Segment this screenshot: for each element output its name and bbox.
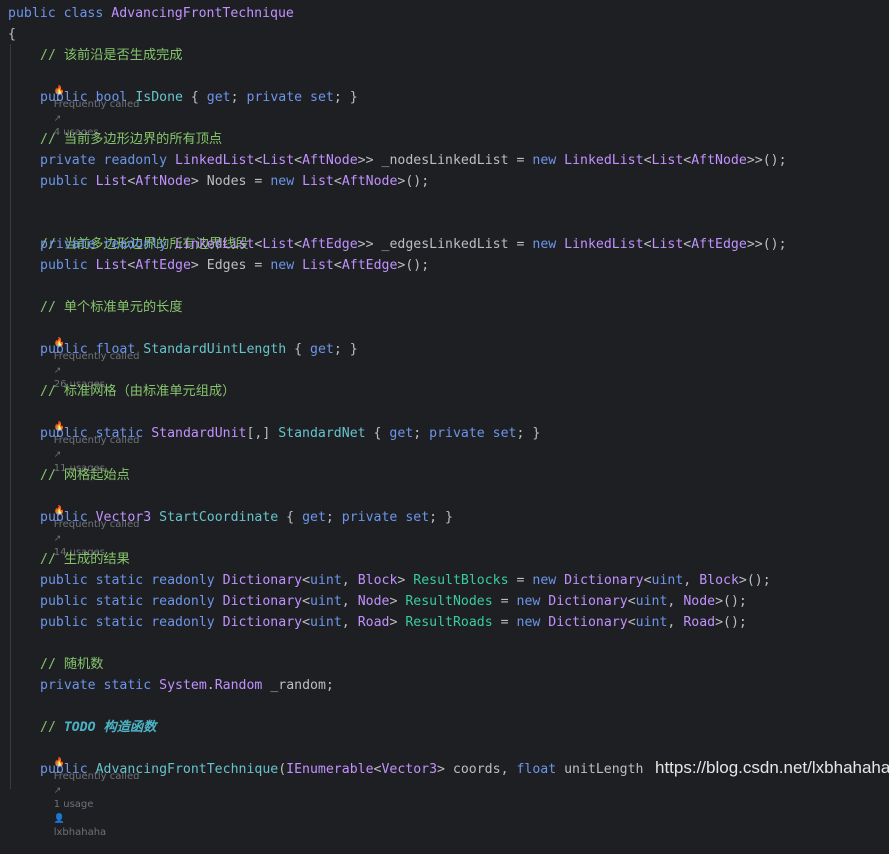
inlay-hint-is-done[interactable]: 🔥 Frequently called ↗ 4 usages xyxy=(41,70,149,138)
code-editor[interactable]: public class AdvancingFrontTechnique { /… xyxy=(0,0,889,838)
comment-start: // 网格起始点 xyxy=(40,468,130,483)
indent-guide xyxy=(10,44,11,789)
comment-results: // 生成的结果 xyxy=(40,552,130,567)
usages-arrow-icon: ↗ xyxy=(53,366,62,376)
inlay-hint-constructor[interactable]: 🔥 Frequently called ↗ 1 usage 👤 lxbhahah… xyxy=(41,742,149,838)
comment-net: // 标准网格（由标准单元组成） xyxy=(40,384,236,399)
code-line-constructor[interactable]: public AdvancingFrontTechnique(IEnumerab… xyxy=(40,759,644,780)
usages-arrow-icon: ↗ xyxy=(53,534,62,544)
code-line-result-roads[interactable]: public static readonly Dictionary<uint, … xyxy=(40,612,747,633)
usages-arrow-icon: ↗ xyxy=(53,786,62,796)
comment-todo: // TODO 构造函数 xyxy=(40,720,157,735)
code-line-open-brace[interactable]: { xyxy=(8,24,16,45)
code-line-random[interactable]: private static System.Random _random; xyxy=(40,675,334,696)
code-line-unit-length[interactable]: public float StandardUintLength { get; } xyxy=(40,339,358,360)
inlay-hint-start[interactable]: 🔥 Frequently called ↗ 14 usages xyxy=(41,490,149,558)
code-line-nodes-linked-list[interactable]: private readonly LinkedList<List<AftNode… xyxy=(40,150,787,171)
code-line-edges-linked-list-visible[interactable]: private readonly LinkedList<List<AftEdge… xyxy=(40,234,787,255)
code-line-nodes[interactable]: public List<AftNode> Nodes = new List<Af… xyxy=(40,171,429,192)
code-line-result-blocks[interactable]: public static readonly Dictionary<uint, … xyxy=(40,570,771,591)
code-line-start[interactable]: public Vector3 StartCoordinate { get; pr… xyxy=(40,507,453,528)
code-line-class[interactable]: public class AdvancingFrontTechnique xyxy=(8,3,294,24)
watermark-text: https://blog.csdn.net/lxbhahaha xyxy=(655,758,889,777)
code-line-edges[interactable]: public List<AftEdge> Edges = new List<Af… xyxy=(40,255,429,276)
usages-arrow-icon: ↗ xyxy=(53,114,62,124)
inlay-hint-net[interactable]: 🔥 Frequently called ↗ 11 usages xyxy=(41,406,149,474)
person-icon: 👤 xyxy=(53,814,65,824)
comment-unit-length: // 单个标准单元的长度 xyxy=(40,300,183,315)
usages-arrow-icon: ↗ xyxy=(53,450,62,460)
code-line-is-done[interactable]: public bool IsDone { get; private set; } xyxy=(40,87,358,108)
comment-random: // 随机数 xyxy=(40,657,104,672)
code-line-result-nodes[interactable]: public static readonly Dictionary<uint, … xyxy=(40,591,747,612)
code-line-net[interactable]: public static StandardUnit[,] StandardNe… xyxy=(40,423,540,444)
inlay-hint-unit-length[interactable]: 🔥 Frequently called ↗ 26 usages xyxy=(41,322,149,390)
comment-all-vertices: // 当前多边形边界的所有顶点 xyxy=(40,132,223,147)
comment-is-done: // 该前沿是否生成完成 xyxy=(40,48,183,63)
